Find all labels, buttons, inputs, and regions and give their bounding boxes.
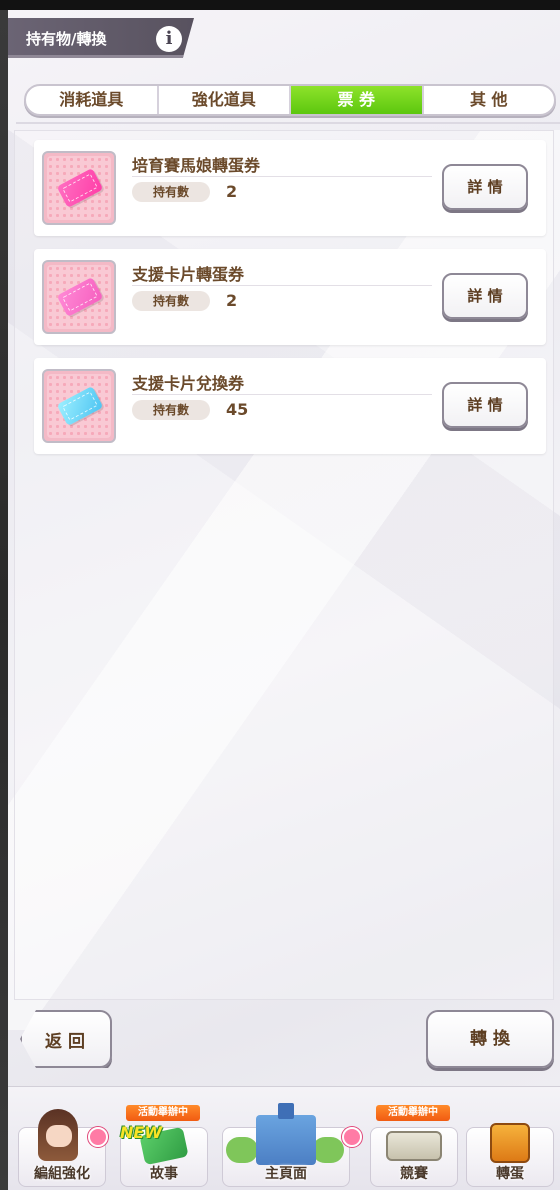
nav-label: 故事 bbox=[150, 1166, 178, 1182]
item-thumbnail bbox=[42, 260, 116, 334]
nav-label: 轉蛋 bbox=[496, 1166, 524, 1182]
top-strip bbox=[0, 0, 560, 10]
race-gate-icon bbox=[386, 1131, 442, 1161]
divider bbox=[132, 285, 432, 286]
inventory-panel: 持有物/轉換 i 消耗道具 強化道具 票 券 其 他 培育賽馬娘轉蛋券 持有數 … bbox=[8, 10, 560, 1190]
nav-label: 主頁面 bbox=[265, 1166, 307, 1182]
nav-story[interactable]: 活動舉辦中 NEW 故事 bbox=[114, 1101, 214, 1189]
magenta-ticket-icon bbox=[56, 277, 104, 317]
detail-button[interactable]: 詳 情 bbox=[442, 382, 528, 428]
character-face-icon bbox=[46, 1125, 72, 1147]
list-item: 支援卡片轉蛋券 持有數 2 詳 情 bbox=[34, 249, 546, 345]
nav-label: 編組強化 bbox=[34, 1166, 90, 1182]
owned-count: 2 bbox=[226, 182, 238, 201]
detail-button[interactable]: 詳 情 bbox=[442, 164, 528, 210]
page-title: 持有物/轉換 bbox=[26, 30, 107, 48]
nav-gacha[interactable]: 轉蛋 bbox=[460, 1101, 560, 1189]
blue-ticket-icon bbox=[56, 386, 104, 426]
list-item: 支援卡片兌換券 持有數 45 詳 情 bbox=[34, 358, 546, 454]
tab-others[interactable]: 其 他 bbox=[424, 86, 555, 114]
owned-label: 持有數 bbox=[132, 291, 210, 311]
tabs-divider bbox=[16, 122, 560, 124]
item-thumbnail bbox=[42, 369, 116, 443]
tower-icon bbox=[278, 1103, 294, 1119]
list-item: 培育賽馬娘轉蛋券 持有數 2 詳 情 bbox=[34, 140, 546, 236]
notification-pin-icon bbox=[342, 1127, 362, 1147]
info-icon[interactable]: i bbox=[156, 26, 182, 52]
owned-label: 持有數 bbox=[132, 400, 210, 420]
owned-label: 持有數 bbox=[132, 182, 210, 202]
tab-tickets[interactable]: 票 券 bbox=[291, 86, 424, 114]
tab-enhance-items[interactable]: 強化道具 bbox=[159, 86, 291, 114]
gacha-icon bbox=[490, 1123, 530, 1163]
event-badge: 活動舉辦中 bbox=[376, 1105, 450, 1121]
event-badge: 活動舉辦中 bbox=[126, 1105, 200, 1121]
left-edge bbox=[0, 10, 8, 1190]
nav-race[interactable]: 活動舉辦中 競賽 bbox=[364, 1101, 464, 1189]
owned-count: 45 bbox=[226, 400, 249, 419]
new-badge: NEW bbox=[120, 1123, 162, 1142]
tree-icon bbox=[226, 1137, 258, 1163]
pink-ticket-icon bbox=[56, 168, 104, 208]
back-button-label[interactable]: 返 回 bbox=[30, 1027, 100, 1052]
item-name: 支援卡片轉蛋券 bbox=[132, 265, 245, 284]
divider bbox=[132, 394, 432, 395]
item-name: 支援卡片兌換券 bbox=[132, 374, 245, 393]
nav-team-enhance[interactable]: 編組強化 bbox=[12, 1101, 112, 1189]
detail-button[interactable]: 詳 情 bbox=[442, 273, 528, 319]
school-building-icon bbox=[256, 1115, 316, 1165]
item-thumbnail bbox=[42, 151, 116, 225]
nav-home[interactable]: 主頁面 bbox=[216, 1101, 362, 1189]
bottom-nav: 編組強化 活動舉辦中 NEW 故事 主頁面 活動舉辦中 競賽 轉蛋 bbox=[8, 1086, 560, 1190]
nav-label: 競賽 bbox=[400, 1166, 428, 1182]
page-title-tag: 持有物/轉換 i bbox=[8, 18, 194, 58]
convert-button[interactable]: 轉 換 bbox=[426, 1010, 554, 1068]
divider bbox=[132, 176, 432, 177]
item-name: 培育賽馬娘轉蛋券 bbox=[132, 156, 261, 175]
notification-pin-icon bbox=[88, 1127, 108, 1147]
owned-count: 2 bbox=[226, 291, 238, 310]
tree-icon bbox=[312, 1137, 344, 1163]
tab-consumables[interactable]: 消耗道具 bbox=[26, 86, 159, 114]
tab-bar: 消耗道具 強化道具 票 券 其 他 bbox=[24, 84, 556, 116]
